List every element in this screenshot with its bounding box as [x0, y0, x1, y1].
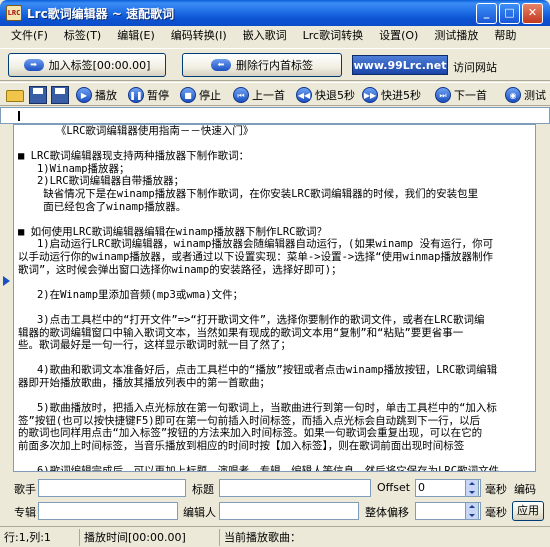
ms-label-2: 毫秒 [485, 506, 507, 519]
rewind-button[interactable]: ◀◀ 快退5秒 [296, 85, 355, 105]
editor-line: 歌词”，这时候会弹出窗口选择你winamp的安装路径，选择好即可)； [18, 263, 342, 276]
editor-line: 3)点击工具栏中的“打开文件”=>“打开歌词文件”，选择你要制作的歌词文件，或者… [18, 313, 485, 326]
song-info-form: 歌手 标题 Offset 0 毫秒 编码 专辑 编辑人 整体偏移 毫秒 应用 [0, 476, 550, 522]
editor-line: 6)歌词编辑完成后，可以再加上标题、演唱者、专辑、编辑人等信息，然后将它保存为L… [18, 465, 510, 472]
rewind-icon: ◀◀ [296, 87, 312, 103]
editor-line: 器即开始播放歌曲，播放其播放列表中的第一首歌曲； [18, 376, 270, 389]
editor-line: 2)LRC歌词编辑器自带播放器； [18, 175, 185, 188]
global-offset-label: 整体偏移 [365, 506, 409, 519]
test-button[interactable]: ◉ 测试 [505, 85, 546, 105]
lyrics-editor[interactable]: 《LRC歌词编辑器使用指南－－快速入门》 ■ LRC歌词编辑器现支持两种播放器下制… [13, 124, 536, 472]
editor-line: 1)Winamp播放器； [18, 162, 130, 175]
editor-line: 些。歌词最好是一句一行，这样显示歌词时就一目了然了； [18, 339, 291, 352]
album-field[interactable] [38, 502, 178, 520]
menu-settings[interactable]: 设置(O) [371, 27, 426, 45]
close-button[interactable]: ✕ [522, 3, 543, 24]
play-time: 播放时间[00:00.00] [80, 528, 220, 546]
singer-field[interactable] [38, 479, 186, 497]
editor-line: 《LRC歌词编辑器使用指南－－快速入门》 [18, 125, 254, 137]
editor-name-label: 编辑人 [183, 506, 216, 519]
pause-icon: ❚❚ [128, 87, 144, 103]
player-toolbar: ▶ 播放 ❚❚ 暂停 ■ 停止 ⏮ 上一首 ◀◀ 快退5秒 ▶▶ 快进5秒 ⏭ 下一首 ◉ 测试 [0, 82, 550, 106]
apply-button[interactable]: 应用 [512, 501, 544, 521]
cursor-position: 行:1,列:1 [0, 528, 80, 546]
menu-encoding[interactable]: 编码转换(I) [163, 27, 235, 45]
editor-line: 前面多次加上时间标签，当音乐播放到相应的时间时按【加入标签】，则在歌词前面出现时… [18, 439, 465, 452]
editor-line: 4)歌曲和歌词文本准备好后，点击工具栏中的“播放”按钮或者点击winamp播放按… [18, 364, 498, 377]
status-bar: 行:1,列:1 播放时间[00:00.00] 当前播放歌曲： [0, 526, 550, 547]
editor-line: 辑器的歌词编辑窗口中输入歌词文本，当然如果有现成的歌词文本用“复制”和“粘贴”要… [18, 326, 464, 339]
action-bar: ➡ 加入标签[00:00.00] ⬅ 删除行内首标签 www.99Lrc.net… [0, 48, 550, 81]
menu-edit[interactable]: 编辑(E) [109, 27, 163, 45]
ruler-marker [18, 111, 20, 121]
fast-forward-button[interactable]: ▶▶ 快进5秒 [362, 85, 421, 105]
previous-button[interactable]: ⏮ 上一首 [233, 85, 285, 105]
save-icon[interactable] [29, 86, 47, 104]
test-icon: ◉ [505, 87, 521, 103]
window-title: Lrc歌词编辑器 ~ 速配歌词 [27, 7, 175, 21]
title-bar[interactable]: LRC Lrc歌词编辑器 ~ 速配歌词 _ □ ✕ [0, 0, 550, 26]
arrow-right-icon: ➡ [23, 59, 44, 71]
pause-button[interactable]: ❚❚ 暂停 [128, 85, 169, 105]
play-icon: ▶ [76, 87, 92, 103]
editor-line: 缺省情况下是在winamp播放器下制作歌词，在你安装LRC歌词编辑器的时候，我们… [18, 187, 479, 200]
editor-line: ■ LRC歌词编辑器现支持两种播放器下制作歌词： [18, 150, 250, 163]
editor-line: 的歌词也同样用点击“加入标签”按钮的方法来加入时间标签。如果一句歌词会重复出现，… [18, 427, 483, 440]
current-line-arrow-icon [3, 276, 10, 286]
global-offset-spinner[interactable] [465, 502, 479, 520]
add-tag-button[interactable]: ➡ 加入标签[00:00.00] [8, 53, 166, 77]
save-as-icon[interactable] [51, 86, 69, 104]
current-song: 当前播放歌曲： [224, 530, 301, 544]
editor-line: 签”按钮(也可以按快捷键F5)即可在第一句前插入时间标签，而插入点光标会自动跳到… [18, 414, 481, 427]
stop-button[interactable]: ■ 停止 [180, 85, 221, 105]
offset-label: Offset [377, 481, 411, 494]
visit-website-link[interactable]: 访问网站 [453, 59, 497, 75]
editor-name-field[interactable] [219, 502, 359, 520]
title-field[interactable] [219, 479, 371, 497]
menu-file[interactable]: 文件(F) [3, 27, 56, 45]
app-icon: LRC [6, 5, 22, 21]
editor-line: 2)在Winamp里添加音频(mp3或wma)文件； [18, 288, 244, 301]
editor-line: 1)启动运行LRC歌词编辑器，winamp播放器会随编辑器自动运行，(如果win… [18, 238, 494, 251]
play-button[interactable]: ▶ 播放 [76, 85, 117, 105]
website-logo-button[interactable]: www.99Lrc.net [352, 55, 448, 75]
menu-bar: 文件(F) 标签(T) 编辑(E) 编码转换(I) 嵌入歌词 Lrc歌词转换 设… [0, 26, 550, 46]
open-folder-icon[interactable] [6, 90, 24, 102]
singer-label: 歌手 [14, 483, 36, 496]
editor-line: 面已经包含了winamp播放器。 [18, 200, 187, 213]
editor-line: 以手动运行你的winamp播放器，或者通过以下设置实现：菜单->设置->选择“使… [18, 250, 493, 263]
ms-label: 毫秒 [485, 483, 507, 496]
menu-help[interactable]: 帮助 [486, 27, 524, 45]
title-label: 标题 [192, 483, 214, 496]
fast-forward-icon: ▶▶ [362, 87, 378, 103]
editor-line: ■ 如何使用LRC歌词编辑器编辑在winamp播放器下制作LRC歌词？ [18, 225, 328, 238]
stop-icon: ■ [180, 87, 196, 103]
editor-line: 5)歌曲播放时，把插入点光标放在第一句歌词上，当歌曲进行到第一句时，单击工具栏中… [18, 402, 497, 415]
delete-tags-button[interactable]: ⬅ 删除行内首标签 [182, 53, 342, 77]
next-button[interactable]: ⏭ 下一首 [435, 85, 487, 105]
arrow-left-icon: ⬅ [211, 59, 231, 71]
ruler [0, 107, 550, 124]
skip-back-icon: ⏮ [233, 87, 249, 103]
menu-lrc-convert[interactable]: Lrc歌词转换 [295, 27, 371, 45]
menu-tag[interactable]: 标签(T) [56, 27, 109, 45]
encode-label[interactable]: 编码 [514, 481, 536, 497]
skip-forward-icon: ⏭ [435, 87, 451, 103]
offset-spinner[interactable] [465, 479, 479, 497]
minimize-button[interactable]: _ [476, 3, 497, 24]
album-label: 专辑 [14, 506, 36, 519]
menu-embed-lyrics[interactable]: 嵌入歌词 [235, 27, 295, 45]
maximize-button[interactable]: □ [499, 3, 520, 24]
menu-test-play[interactable]: 测试播放 [426, 27, 486, 45]
